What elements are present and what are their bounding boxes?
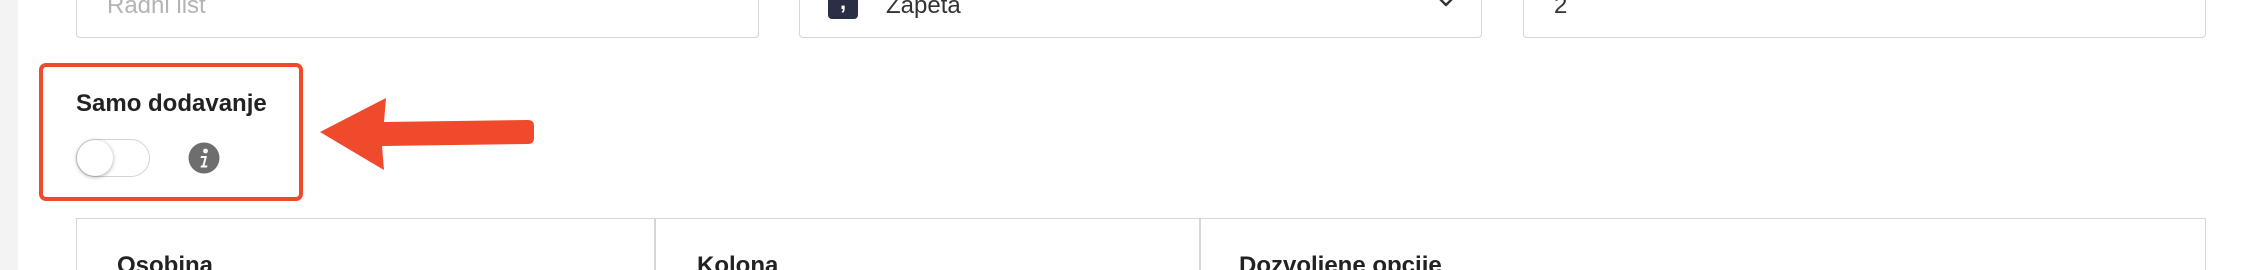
annotation-highlight-box bbox=[39, 63, 303, 201]
start-row-field[interactable]: 2 bbox=[1523, 0, 2206, 38]
column-divider bbox=[1199, 219, 1201, 270]
sheet-name-placeholder: Radni list bbox=[107, 0, 206, 19]
mapping-table: Osobina Kolona Dozvoljene opcije bbox=[76, 218, 2206, 270]
page: Radni list , Zapeta 2 Samo dodavanje Oso… bbox=[0, 0, 2248, 270]
import-settings-panel: Radni list , Zapeta 2 Samo dodavanje Oso… bbox=[18, 0, 2248, 270]
column-header-column: Kolona bbox=[697, 252, 779, 270]
delimiter-value: Zapeta bbox=[886, 0, 961, 19]
delimiter-chip: , bbox=[828, 0, 858, 19]
append-only-toggle[interactable] bbox=[76, 139, 150, 177]
arrow-left-icon bbox=[320, 98, 534, 170]
sheet-name-field[interactable]: Radni list bbox=[76, 0, 759, 38]
start-row-value: 2 bbox=[1554, 0, 1568, 19]
column-header-property: Osobina bbox=[117, 252, 214, 270]
info-icon[interactable] bbox=[188, 142, 220, 174]
chevron-down-icon bbox=[1439, 0, 1453, 7]
column-header-allowed-options: Dozvoljene opcije bbox=[1239, 252, 1442, 270]
delimiter-select[interactable]: , Zapeta bbox=[799, 0, 1482, 38]
append-only-label: Samo dodavanje bbox=[76, 90, 267, 117]
toggle-knob bbox=[77, 140, 113, 176]
column-divider bbox=[654, 219, 656, 270]
